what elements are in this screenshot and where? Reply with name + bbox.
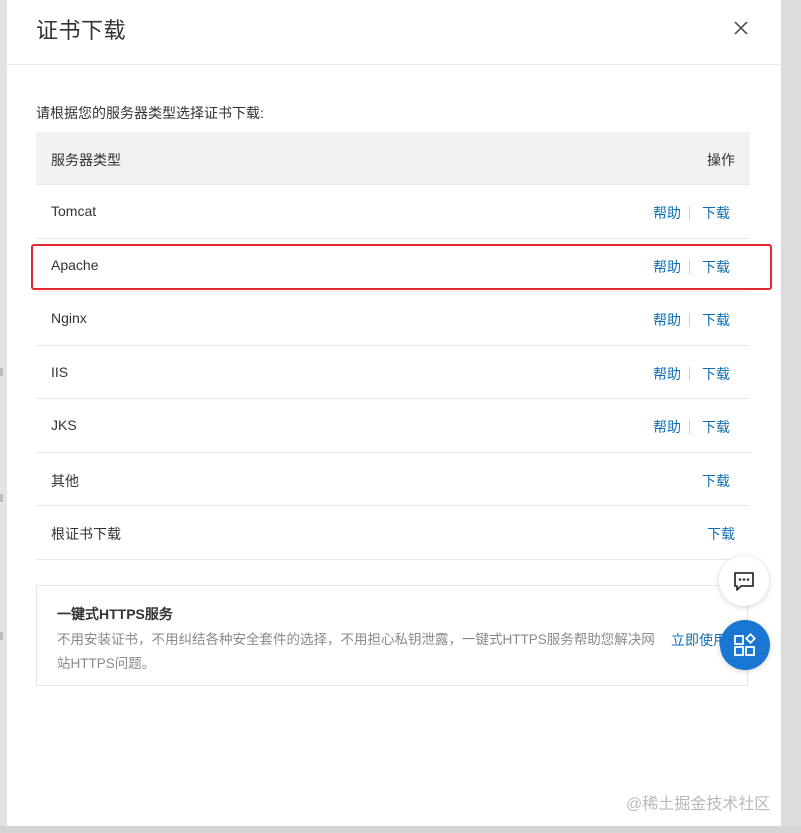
separator — [689, 259, 690, 274]
background-page-strip-left — [0, 0, 7, 833]
table-header: 服务器类型 操作 — [36, 132, 750, 185]
chat-button[interactable] — [719, 556, 769, 606]
server-name: IIS — [51, 363, 69, 380]
background-page-strip-bottom — [0, 826, 801, 833]
download-link[interactable]: 下载 — [702, 364, 730, 384]
help-link[interactable]: 帮助 — [653, 257, 681, 277]
close-button[interactable] — [727, 14, 755, 42]
row-actions: 帮助 下载 — [653, 257, 730, 277]
row-actions: 帮助 下载 — [653, 364, 730, 384]
table-row-root-certificate: 根证书下载 下载 — [36, 506, 750, 560]
background-page-strip-right — [781, 0, 801, 833]
download-link[interactable]: 下载 — [702, 417, 730, 437]
promo-description: 不用安装证书，不用纠结各种安全套件的选择，不用担心私钥泄露，一键式HTTPS服务… — [57, 632, 655, 671]
help-link[interactable]: 帮助 — [653, 417, 681, 437]
server-name: JKS — [51, 417, 77, 433]
intro-text: 请根据您的服务器类型选择证书下载: — [36, 105, 264, 121]
help-link[interactable]: 帮助 — [653, 364, 681, 384]
server-name: Apache — [51, 256, 99, 273]
table-row-tomcat: Tomcat 帮助 下载 — [36, 185, 750, 239]
separator — [689, 366, 690, 381]
help-link[interactable]: 帮助 — [653, 203, 681, 223]
certificate-download-dialog: 证书下载 请根据您的服务器类型选择证书下载: 服务器类型 操作 Tomcat 帮… — [7, 0, 781, 826]
server-name: 其他 — [51, 472, 79, 489]
download-link[interactable]: 下载 — [702, 471, 730, 491]
dialog-title: 证书下载 — [36, 18, 127, 43]
chat-bubble-icon — [734, 572, 754, 591]
table-row-apache: Apache 帮助 下载 — [36, 239, 750, 292]
table-row-other: 其他 下载 — [36, 453, 750, 506]
row-actions: 帮助 下载 — [653, 310, 730, 330]
dialog-header: 证书下载 — [7, 0, 781, 65]
use-now-link[interactable]: 立即使用 — [671, 628, 727, 652]
separator — [689, 420, 690, 434]
watermark: @稀土掘金技术社区 — [626, 796, 771, 813]
table-row-nginx: Nginx 帮助 下载 — [36, 292, 750, 346]
apps-button[interactable] — [720, 620, 770, 670]
table-row-iis: IIS 帮助 下载 — [36, 346, 750, 399]
header-actions: 操作 — [707, 152, 735, 168]
download-link[interactable]: 下载 — [702, 257, 730, 277]
background-glyph — [0, 632, 3, 640]
close-icon — [734, 21, 748, 35]
row-actions: 帮助 下载 — [653, 417, 730, 437]
table-row-jks: JKS 帮助 下载 — [36, 399, 750, 453]
row-actions: 下载 — [702, 471, 730, 491]
background-glyph — [0, 368, 3, 376]
server-name: 根证书下载 — [51, 526, 121, 542]
https-service-promo: 一键式HTTPS服务 不用安装证书，不用纠结各种安全套件的选择，不用担心私钥泄露… — [36, 585, 748, 686]
apps-grid-icon — [734, 633, 757, 656]
server-type-table: 服务器类型 操作 Tomcat 帮助 下载 Apache 帮助 下载 Nginx… — [36, 132, 750, 560]
background-glyph — [0, 494, 3, 502]
download-link[interactable]: 下载 — [707, 524, 735, 544]
download-link[interactable]: 下载 — [702, 203, 730, 223]
server-name: Tomcat — [51, 203, 97, 219]
promo-title: 一键式HTTPS服务 — [57, 606, 173, 622]
separator — [689, 206, 690, 220]
row-actions: 帮助 下载 — [653, 203, 730, 223]
download-link[interactable]: 下载 — [702, 310, 730, 330]
help-link[interactable]: 帮助 — [653, 310, 681, 330]
row-actions: 下载 — [707, 524, 735, 544]
separator — [689, 313, 690, 327]
header-server-type: 服务器类型 — [51, 152, 121, 168]
server-name: Nginx — [51, 310, 87, 326]
